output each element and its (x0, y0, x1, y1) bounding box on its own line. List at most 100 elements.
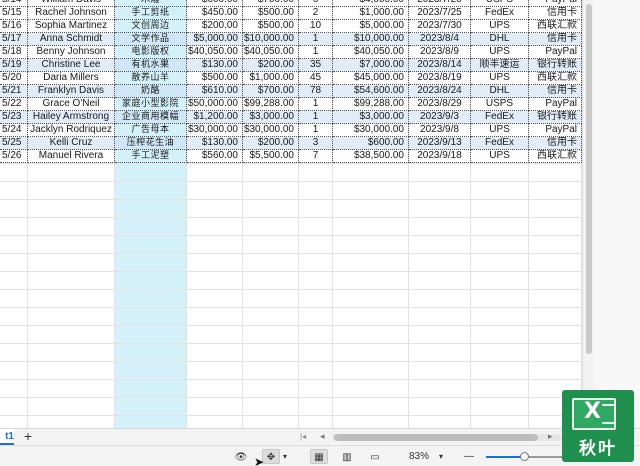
normal-view-icon[interactable]: ▦ (310, 449, 328, 464)
cell-payment[interactable]: PayPal (529, 98, 582, 111)
cell-date[interactable]: 2023/8/19 (409, 72, 471, 85)
cell-date[interactable]: 2023/7/25 (409, 7, 471, 20)
cell-id[interactable]: 5/20 (0, 72, 28, 85)
cell-product[interactable]: 手工泥塑 (115, 150, 187, 163)
cell-unit[interactable]: $700.00 (243, 85, 299, 98)
cell-unit[interactable]: $99,288.00 (243, 98, 299, 111)
cell-carrier[interactable]: FedEx (471, 111, 529, 124)
cell-carrier[interactable]: DHL (471, 85, 529, 98)
cell-qty[interactable]: 1 (299, 98, 333, 111)
cell-date[interactable]: 2023/9/3 (409, 111, 471, 124)
cell-price[interactable]: $600.00 (187, 0, 243, 7)
horizontal-scroll-thumb[interactable] (334, 434, 538, 441)
cell-payment[interactable]: 信用卡 (529, 33, 582, 46)
cell-date[interactable]: 2023/8/4 (409, 33, 471, 46)
cell-product[interactable]: 有机水果 (115, 59, 187, 72)
cell-product[interactable]: 文学作品 (115, 33, 187, 46)
cell-unit[interactable]: $30,000.00 (243, 124, 299, 137)
cell-qty[interactable]: 1 (299, 46, 333, 59)
cell-date[interactable]: 2023/9/18 (409, 150, 471, 163)
cell-total[interactable]: $10,000.00 (333, 33, 409, 46)
cell-total[interactable]: $600.00 (333, 137, 409, 150)
cell-payment[interactable]: 信用卡 (529, 85, 582, 98)
cell-id[interactable]: 5/14 (0, 0, 28, 7)
cell-carrier[interactable]: 顺丰速运 (471, 59, 529, 72)
cell-date[interactable]: 2023/7/20 (409, 0, 471, 7)
cell-qty[interactable]: 78 (299, 85, 333, 98)
cell-total[interactable]: $99,288.00 (333, 98, 409, 111)
cell-carrier[interactable]: USPS (471, 0, 529, 7)
cell-carrier[interactable]: UPS (471, 150, 529, 163)
cell-qty[interactable]: 7 (299, 150, 333, 163)
vertical-scroll-thumb[interactable] (586, 4, 592, 354)
cell-name[interactable]: Anna Schmidt (28, 33, 115, 46)
sheet-tab-active[interactable]: t1 (0, 429, 14, 445)
cell-payment[interactable]: PayPal (529, 0, 582, 7)
cell-total[interactable]: $38,500.00 (333, 150, 409, 163)
cell-unit[interactable]: $500.00 (243, 20, 299, 33)
cell-product[interactable]: 企业商用模幅 (115, 111, 187, 124)
cell-name[interactable]: Manuel Rivera (28, 150, 115, 163)
cell-carrier[interactable]: FedEx (471, 137, 529, 150)
cell-qty[interactable]: 45 (299, 72, 333, 85)
cell-date[interactable]: 2023/8/14 (409, 59, 471, 72)
cell-price[interactable]: $200.00 (187, 20, 243, 33)
cell-name[interactable]: Christine Lee (28, 59, 115, 72)
cell-id[interactable]: 5/24 (0, 124, 28, 137)
cell-payment[interactable]: 信用卡 (529, 7, 582, 20)
cell-name[interactable]: William Davis (28, 0, 115, 7)
cell-qty[interactable]: 6 (299, 0, 333, 7)
cell-id[interactable]: 5/17 (0, 33, 28, 46)
cell-qty[interactable]: 1 (299, 33, 333, 46)
cell-price[interactable]: $50,000.00 (187, 98, 243, 111)
cell-total[interactable]: $1,000.00 (333, 7, 409, 20)
cell-carrier[interactable]: UPS (471, 20, 529, 33)
cell-date[interactable]: 2023/8/24 (409, 85, 471, 98)
cell-total[interactable]: $4,000.00 (333, 0, 409, 7)
cell-qty[interactable]: 1 (299, 111, 333, 124)
cell-total[interactable]: $5,000.00 (333, 20, 409, 33)
cell-product[interactable]: 电影版权 (115, 46, 187, 59)
cell-name[interactable]: Franklyn Davis (28, 85, 115, 98)
cell-total[interactable]: $40,050.00 (333, 46, 409, 59)
scroll-right-icon[interactable]: ▸ (548, 431, 553, 442)
scroll-left-end-icon[interactable]: |◂ (300, 432, 306, 441)
cell-total[interactable]: $45,000.00 (333, 72, 409, 85)
cell-product[interactable]: 压榨花生油 (115, 137, 187, 150)
cell-qty[interactable]: 1 (299, 124, 333, 137)
cell-unit[interactable]: $500.00 (243, 7, 299, 20)
cell-payment[interactable]: 信用卡 (529, 137, 582, 150)
cell-id[interactable]: 5/19 (0, 59, 28, 72)
cell-id[interactable]: 5/16 (0, 20, 28, 33)
cell-unit[interactable]: $700.00 (243, 0, 299, 7)
cell-payment[interactable]: 银行转账 (529, 59, 582, 72)
cell-id[interactable]: 5/15 (0, 7, 28, 20)
vertical-scrollbar[interactable] (582, 0, 594, 428)
cell-product[interactable]: 广告母本 (115, 124, 187, 137)
cell-name[interactable]: Rachel Johnson (28, 7, 115, 20)
move-dropdown-icon[interactable]: ▾ (280, 449, 290, 464)
cell-name[interactable]: Jacklyn Rodriquez (28, 124, 115, 137)
move-icon[interactable]: ✥ (262, 449, 280, 464)
zoom-slider-handle[interactable] (520, 452, 529, 461)
cell-id[interactable]: 5/22 (0, 98, 28, 111)
cell-carrier[interactable]: FedEx (471, 7, 529, 20)
cell-date[interactable]: 2023/7/30 (409, 20, 471, 33)
cell-qty[interactable]: 10 (299, 20, 333, 33)
cell-carrier[interactable]: USPS (471, 98, 529, 111)
cell-product[interactable]: 家庭小型影院 (115, 98, 187, 111)
cell-product[interactable]: 奶酪 (115, 85, 187, 98)
zoom-level[interactable]: 83% (402, 449, 436, 464)
cell-carrier[interactable]: DHL (471, 33, 529, 46)
cell-unit[interactable]: $3,000.00 (243, 111, 299, 124)
cell-payment[interactable]: 西联汇款 (529, 72, 582, 85)
cell-unit[interactable]: $200.00 (243, 137, 299, 150)
cell-date[interactable]: 2023/8/9 (409, 46, 471, 59)
cell-date[interactable]: 2023/8/29 (409, 98, 471, 111)
cell-product[interactable]: 文创周边 (115, 20, 187, 33)
cell-payment[interactable]: 银行转账 (529, 111, 582, 124)
cell-total[interactable]: $54,600.00 (333, 85, 409, 98)
cell-payment[interactable]: 西联汇款 (529, 20, 582, 33)
cell-name[interactable]: Hailey Armstrong (28, 111, 115, 124)
cell-id[interactable]: 5/21 (0, 85, 28, 98)
